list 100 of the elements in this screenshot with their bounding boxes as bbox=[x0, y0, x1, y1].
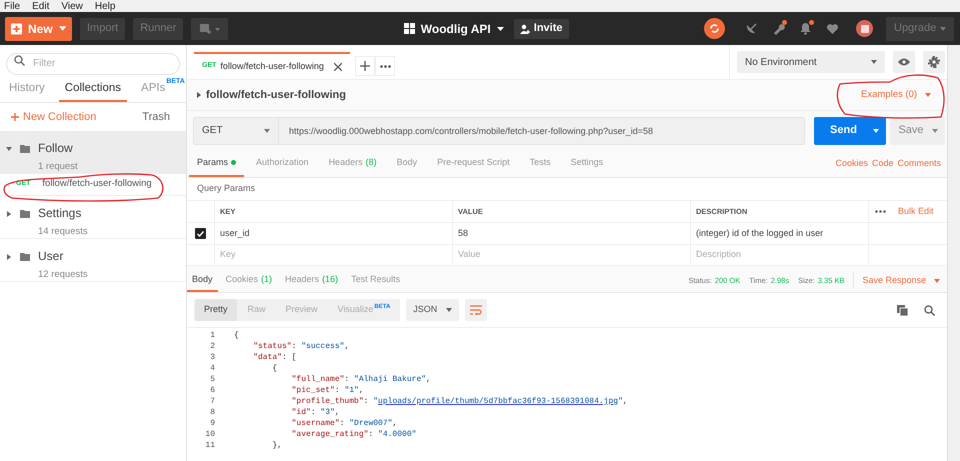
request-link[interactable]: Comments bbox=[895, 150, 943, 177]
more-icon bbox=[380, 64, 390, 68]
caret-down-icon bbox=[6, 146, 12, 152]
request-section-tab[interactable]: Authorization bbox=[248, 150, 317, 177]
request-link[interactable]: Cookies bbox=[833, 150, 870, 177]
caret-icon bbox=[496, 26, 504, 30]
send-button[interactable]: Send bbox=[814, 116, 886, 144]
satellite-dish-icon bbox=[744, 22, 758, 35]
person-plus-icon bbox=[520, 24, 530, 34]
code-line: "data": [ bbox=[252, 352, 296, 364]
collection-item[interactable]: Follow 1 request bbox=[0, 131, 186, 174]
save-button[interactable]: Save bbox=[890, 116, 945, 144]
line-number: 2 bbox=[210, 342, 215, 350]
avatar-glyph-icon bbox=[860, 24, 868, 32]
view-tab[interactable]: Pretty bbox=[195, 299, 237, 321]
more-button[interactable] bbox=[375, 56, 395, 76]
toolbar-button[interactable]: Runner bbox=[133, 18, 184, 40]
settings-icon bbox=[928, 56, 940, 68]
folder-icon bbox=[20, 253, 30, 261]
line-number: 8 bbox=[210, 408, 215, 416]
plus-icon bbox=[11, 113, 19, 121]
new-collection-button[interactable]: New Collection bbox=[11, 108, 96, 126]
response-tab[interactable]: Cookies (1) bbox=[220, 269, 278, 292]
sync-button[interactable] bbox=[704, 18, 725, 39]
request-count: 1 request bbox=[38, 160, 78, 174]
line-number: 5 bbox=[210, 374, 215, 384]
request-count: 14 requests bbox=[38, 225, 88, 239]
method-dropdown[interactable]: GET bbox=[193, 116, 279, 144]
checkbox[interactable] bbox=[195, 228, 206, 239]
close-icon bbox=[334, 62, 342, 70]
examples-dropdown[interactable]: Examples (0) bbox=[861, 88, 937, 102]
sidebar-tab[interactable]: Collections bbox=[58, 73, 128, 102]
request-link[interactable]: Code bbox=[870, 150, 896, 177]
request-section-tab[interactable]: Headers (8) bbox=[320, 150, 385, 177]
invite-button[interactable]: Invite bbox=[514, 18, 568, 38]
code-line: "username": "Drew007", bbox=[290, 418, 398, 430]
heart-icon bbox=[826, 22, 838, 35]
bulk-edit-button[interactable]: Bulk Edit bbox=[898, 204, 934, 218]
workspace-dropdown[interactable]: Woodlig API bbox=[404, 20, 504, 38]
wrap-lines-button[interactable] bbox=[465, 299, 488, 321]
caret-right-icon bbox=[6, 211, 12, 217]
response-tab[interactable]: Headers (16) bbox=[280, 269, 344, 292]
menu-item[interactable]: Edit bbox=[32, 0, 50, 12]
menu-item[interactable]: View bbox=[61, 0, 83, 12]
code-line: }, bbox=[271, 440, 282, 452]
copy-icon bbox=[897, 304, 908, 316]
add-tab-button[interactable] bbox=[355, 56, 375, 76]
sidebar-tab[interactable]: History bbox=[3, 73, 51, 102]
wrench-icon bbox=[772, 22, 784, 35]
caret-icon bbox=[940, 26, 946, 30]
new-window-button[interactable] bbox=[191, 18, 228, 40]
line-number: 6 bbox=[210, 386, 215, 394]
line-number: 4 bbox=[210, 364, 215, 372]
search-button[interactable] bbox=[924, 304, 935, 316]
caret-icon bbox=[58, 26, 66, 31]
url-field[interactable]: https://woodlig.000webhostapp.com/controllers/mobile/fetch-user-following.php?user_id=58 bbox=[279, 116, 805, 144]
section-title: Query Params bbox=[197, 182, 256, 196]
search-icon bbox=[924, 304, 935, 316]
request-section-tab[interactable]: Tests bbox=[522, 150, 559, 177]
upgrade-button[interactable]: Upgrade bbox=[886, 16, 954, 40]
folder-icon bbox=[20, 145, 30, 153]
view-tab[interactable]: Raw bbox=[238, 299, 275, 321]
caret-right-icon bbox=[6, 254, 12, 260]
trash-button[interactable]: Trash bbox=[142, 108, 175, 126]
more-button[interactable] bbox=[875, 210, 886, 213]
scrollbar[interactable] bbox=[947, 45, 960, 461]
filter-field[interactable]: Filter bbox=[6, 52, 180, 74]
line-number: 10 bbox=[205, 430, 215, 438]
request-title: follow/fetch-user-following bbox=[206, 88, 347, 103]
request-section-tab[interactable]: Body bbox=[388, 150, 426, 177]
menu-item[interactable]: Help bbox=[94, 0, 116, 12]
format-dropdown[interactable]: JSON bbox=[406, 299, 460, 321]
new-button[interactable]: New bbox=[5, 16, 72, 40]
code-line: "profile_thumb": "uploads/profile/thumb/5d7bbfac36f93-1568391084.jpg", bbox=[290, 396, 628, 408]
environment-dropdown[interactable]: No Environment bbox=[737, 51, 885, 73]
code-line: { bbox=[233, 330, 239, 342]
menu-item[interactable]: File bbox=[4, 0, 20, 12]
response-tab[interactable]: Test Results bbox=[346, 269, 406, 292]
plus-icon bbox=[360, 61, 370, 71]
toolbar-button[interactable]: Import bbox=[80, 18, 126, 40]
eye-button[interactable] bbox=[893, 51, 915, 73]
table-cell-text: (integer) id of the logged in user bbox=[696, 226, 824, 240]
settings-button[interactable] bbox=[923, 51, 945, 73]
param-field[interactable]: Description bbox=[696, 248, 863, 262]
plus-icon bbox=[11, 22, 22, 34]
copy-button[interactable] bbox=[897, 304, 908, 316]
request-section-tab[interactable]: Pre-request Script bbox=[429, 150, 518, 177]
param-field[interactable]: Value bbox=[458, 248, 685, 262]
table-cell-text: 58 bbox=[458, 226, 468, 240]
param-field[interactable]: Key bbox=[220, 248, 447, 262]
line-number: 11 bbox=[205, 440, 215, 450]
caret-icon bbox=[932, 128, 938, 132]
bell-button[interactable] bbox=[798, 22, 812, 36]
heart-button[interactable] bbox=[825, 22, 839, 36]
code-line: "average_rating": "4.0000" bbox=[290, 428, 416, 440]
grid-icon bbox=[404, 23, 415, 34]
request-section-tab[interactable]: Settings bbox=[562, 150, 612, 177]
view-tab[interactable]: Preview bbox=[276, 299, 327, 321]
avatar[interactable] bbox=[856, 20, 873, 37]
satellite-dish-button[interactable] bbox=[744, 22, 758, 36]
